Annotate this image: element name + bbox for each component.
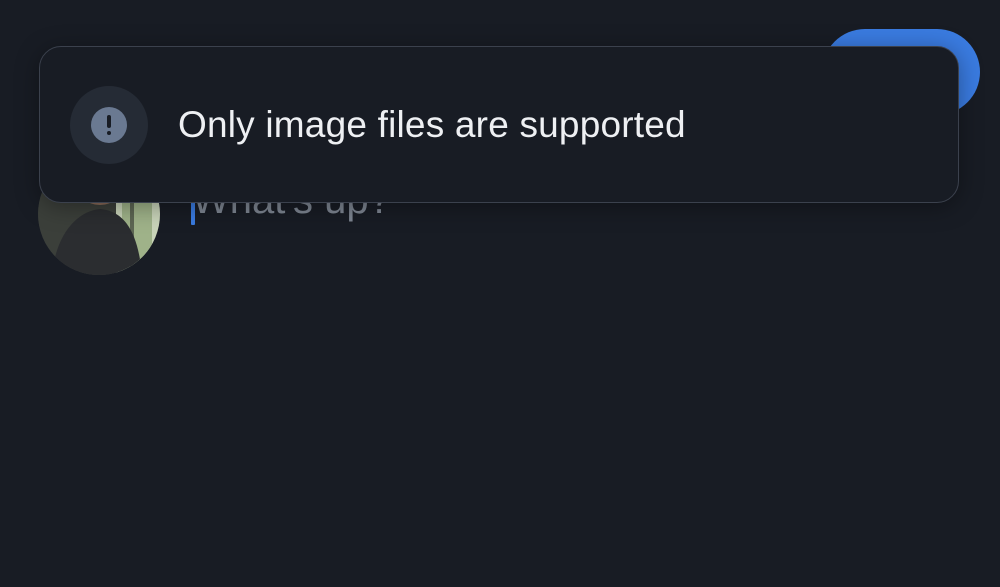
toast-icon-container [70, 85, 148, 164]
post-composer-screen: Only image files are supported [0, 0, 1000, 587]
exclamation-circle-icon [91, 106, 127, 143]
toast-message: Only image files are supported [178, 103, 686, 145]
error-toast: Only image files are supported [39, 46, 959, 203]
